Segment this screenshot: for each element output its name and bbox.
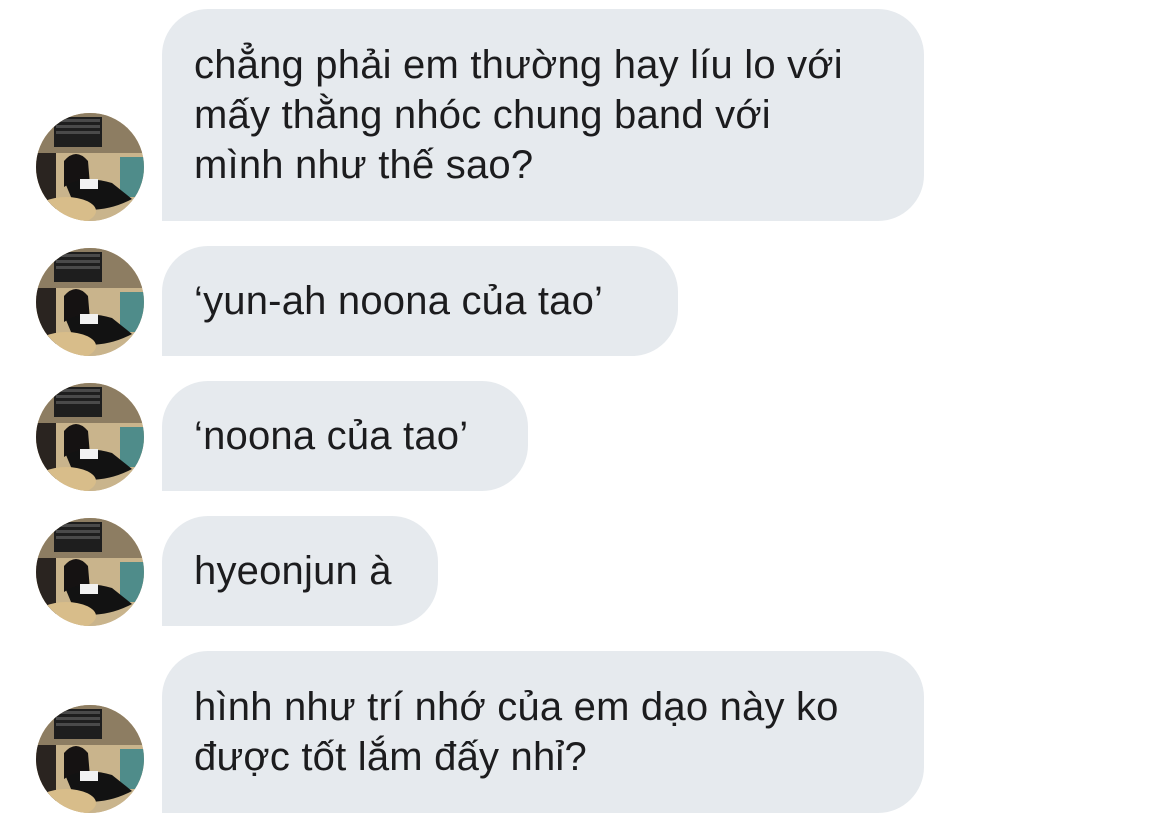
profile-photo-icon [36,113,144,221]
message-text: chẳng phải em thường hay líu lo với mấy … [194,43,843,187]
message-bubble[interactable]: hình như trí nhớ của em dạo này ko được … [162,651,924,813]
profile-photo-icon [36,705,144,813]
sender-avatar[interactable] [36,383,144,491]
message-text: ‘noona của tao’ [194,414,469,458]
sender-avatar[interactable] [36,705,144,813]
sender-avatar[interactable] [36,248,144,356]
profile-photo-icon [36,518,144,626]
profile-photo-icon [36,248,144,356]
profile-photo-icon [36,383,144,491]
message-bubble[interactable]: hyeonjun à [162,516,438,626]
message-bubble[interactable]: chẳng phải em thường hay líu lo với mấy … [162,9,924,221]
message-bubble[interactable]: ‘yun-ah noona của tao’ [162,246,678,356]
message-bubble[interactable]: ‘noona của tao’ [162,381,528,491]
message-text: hyeonjun à [194,549,392,593]
sender-avatar[interactable] [36,518,144,626]
message-text: hình như trí nhớ của em dạo này ko được … [194,685,839,779]
message-text: ‘yun-ah noona của tao’ [194,279,604,323]
sender-avatar[interactable] [36,113,144,221]
